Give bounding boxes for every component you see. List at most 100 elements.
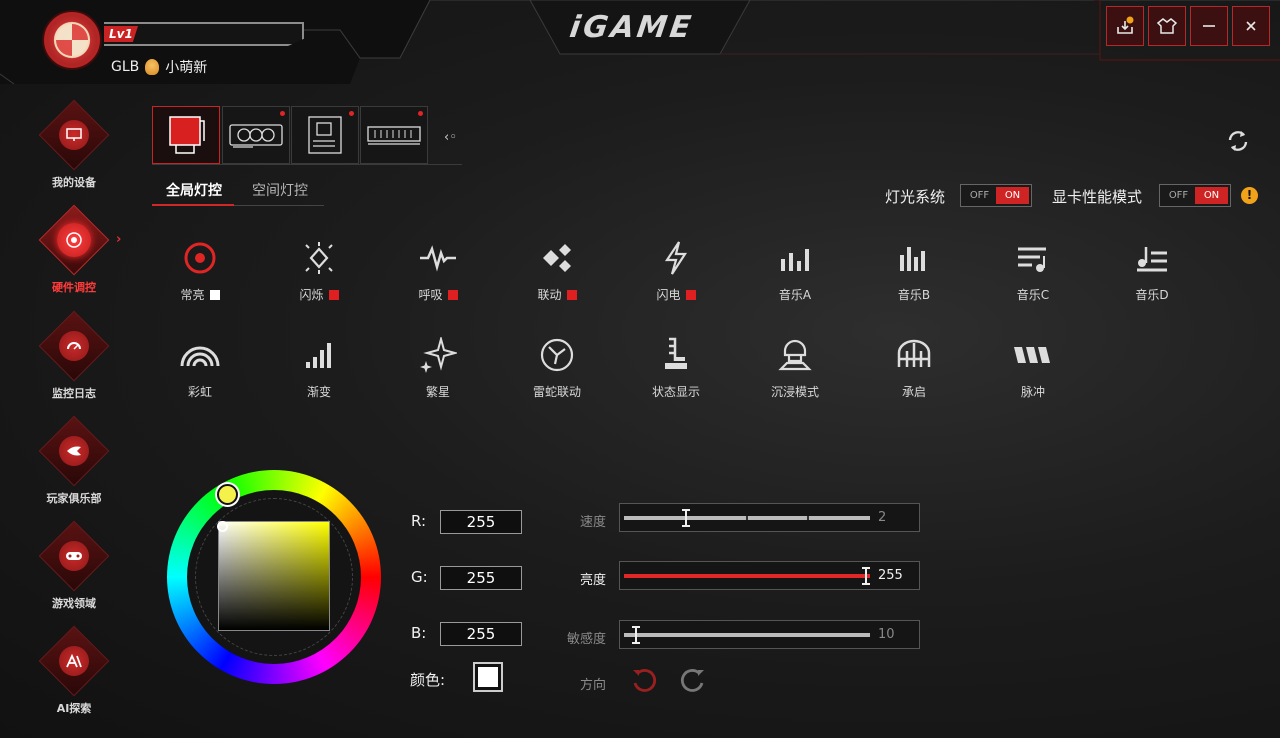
refresh-icon[interactable] [1225,128,1251,154]
sidebar-item-label: 我的设备 [52,176,96,189]
download-button[interactable] [1106,6,1144,46]
tab-global-lighting[interactable]: 全局灯控 [166,180,222,200]
speed-thumb[interactable] [682,509,690,527]
direction-label: 方向 [579,678,606,693]
effect-music-b[interactable]: 音乐B [866,238,962,303]
effect-lightning[interactable]: 闪电 [628,238,724,303]
effect-label: 渐变 [306,385,331,399]
sensitivity-thumb[interactable] [632,626,640,644]
r-input[interactable]: 255 [440,510,522,534]
effect-music-a[interactable]: 音乐A [747,238,843,303]
sidebar-item-ai-explore[interactable]: AI探索 [28,625,120,716]
flash-burst-icon [305,242,333,274]
rotate-cw-icon[interactable] [679,667,707,695]
razer-icon [540,338,574,372]
bridge-icon [897,339,931,367]
aio-cooler-icon [169,116,205,154]
minimize-button[interactable] [1190,6,1228,46]
skin-button[interactable] [1148,6,1186,46]
device-tab-aio-cooler[interactable] [152,106,220,164]
chevron-right-icon: › [116,232,122,247]
toggle-off: OFF [1168,190,1189,201]
brightness-label: 亮度 [579,573,606,588]
tab-active-indicator [152,204,234,206]
effect-label: 音乐B [897,288,931,302]
bars-b-icon [900,247,925,271]
effect-bridge[interactable]: 承启 [866,335,962,400]
effect-immersive[interactable]: 沉浸模式 [747,335,843,400]
sidebar-item-monitor-log[interactable]: 监控日志 [28,310,120,401]
effect-label: 音乐C [1016,288,1050,302]
effect-status-display[interactable]: 状态显示 [628,335,724,400]
effect-starry[interactable]: 繁星 [390,335,486,400]
brightness-track [624,567,870,585]
effect-breathing[interactable]: 呼吸 [390,238,486,303]
device-tab-memory[interactable] [360,106,428,164]
brightness-slider[interactable]: 255 [619,561,920,590]
username-text: 小萌新 [165,60,208,76]
sidebar-item-hardware-control[interactable]: 硬件调控 [28,204,120,295]
effect-label: 雷蛇联动 [532,385,581,399]
gradient-bars-icon [306,343,331,368]
device-tabs-divider [152,164,462,165]
slider-tick [746,516,748,520]
sidebar-item-label: 硬件调控 [52,281,96,294]
sidebar-diamond [38,415,110,487]
effect-link[interactable]: 联动 [509,238,605,303]
saturation-value-picker[interactable] [218,521,330,631]
effect-status-swatch [566,289,577,300]
notification-dot [349,111,354,116]
saturation-knob[interactable] [217,521,228,532]
brightness-thumb[interactable] [862,567,870,585]
pulse-wave-icon [420,245,456,272]
gpu-mode-label: 显卡性能模式 [1052,188,1143,206]
g-label: G: [411,568,428,586]
sidebar-item-my-devices[interactable]: 我的设备 [28,99,120,190]
club-icon [59,436,89,466]
speed-slider[interactable]: 2 [619,503,920,532]
lightning-icon [664,241,688,275]
b-input[interactable]: 255 [440,622,522,646]
color-swatch[interactable] [473,662,503,692]
lighting-system-toggle[interactable]: OFF ON [960,184,1032,207]
skin-icon [1156,18,1178,34]
sidebar-diamond [38,625,110,697]
effect-music-d[interactable]: 音乐D [1104,238,1200,303]
gpu-mode-toggle[interactable]: OFF ON [1159,184,1231,207]
memory-icon [367,126,421,145]
minimize-icon [1203,25,1215,27]
effect-label: 状态显示 [651,385,700,399]
g-input[interactable]: 255 [440,566,522,590]
close-button[interactable] [1232,6,1270,46]
bulb-icon [145,59,160,75]
r-label: R: [411,512,427,530]
level-badge: Lv1 [104,26,138,42]
toggle-on: ON [1195,187,1228,204]
warning-icon[interactable]: ! [1241,187,1258,204]
color-swatch-fill [478,667,498,687]
sidebar-item-game-zone[interactable]: 游戏领域 [28,520,120,611]
effect-label: 沉浸模式 [770,385,819,399]
device-expand-icon[interactable]: ‹◦ [444,130,457,145]
effect-flash[interactable]: 闪烁 [271,238,367,303]
username: GLB 小萌新 [111,57,207,77]
rotate-ccw-icon[interactable] [630,667,658,695]
effect-pulse[interactable]: 脉冲 [985,335,1081,400]
effect-razer-sync[interactable]: 雷蛇联动 [509,335,605,400]
tab-spatial-lighting[interactable]: 空间灯控 [252,180,308,200]
effect-label: 闪电 [656,288,681,302]
effect-status-swatch [447,289,458,300]
effect-music-c[interactable]: 音乐C [985,238,1081,303]
b-label: B: [411,624,427,642]
avatar[interactable] [44,12,100,68]
device-tab-graphics-card[interactable] [222,106,290,164]
device-tab-motherboard[interactable] [291,106,359,164]
effect-static[interactable]: 常亮 [152,238,248,303]
immersive-icon [778,339,812,371]
hue-knob[interactable] [217,484,238,505]
effect-rainbow[interactable]: 彩虹 [152,335,248,400]
effect-gradient[interactable]: 渐变 [271,335,367,400]
sensitivity-slider[interactable]: 10 [619,620,920,649]
sidebar-item-player-club[interactable]: 玩家俱乐部 [28,415,120,506]
sidebar-item-label: 游戏领域 [52,597,96,610]
